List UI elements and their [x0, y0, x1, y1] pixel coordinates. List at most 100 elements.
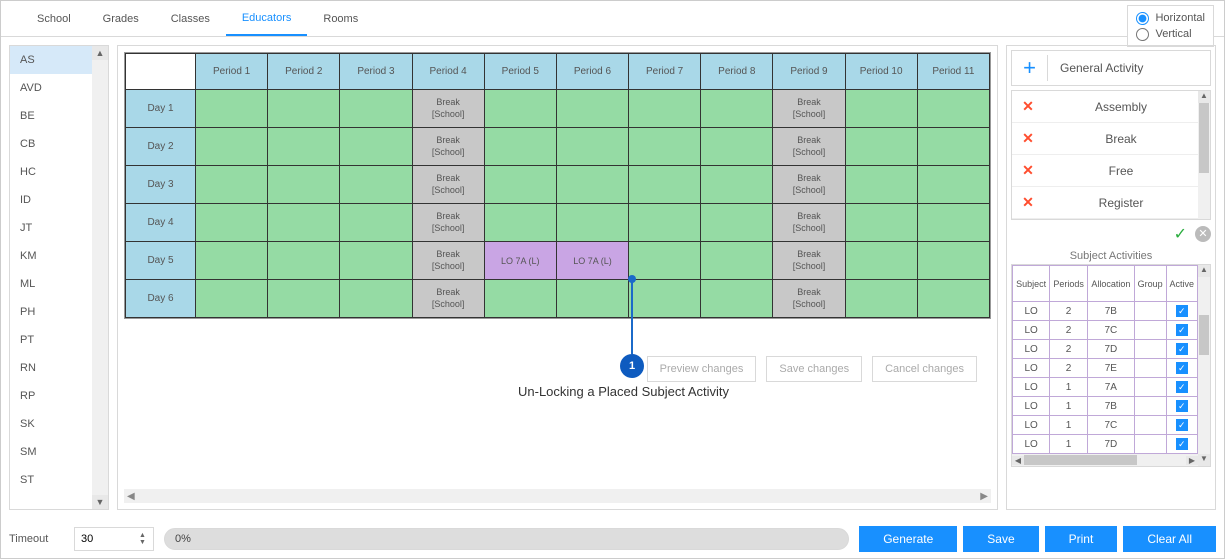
- grid-cell[interactable]: [196, 128, 268, 166]
- tab-classes[interactable]: Classes: [155, 3, 226, 35]
- plus-icon[interactable]: +: [1012, 55, 1048, 81]
- grid-cell[interactable]: [701, 204, 773, 242]
- grid-cell[interactable]: [845, 166, 917, 204]
- grid-cell[interactable]: [484, 166, 556, 204]
- activity-free[interactable]: ✕Free: [1012, 155, 1198, 187]
- sidebar-item-rp[interactable]: RP: [10, 382, 92, 410]
- subject-row[interactable]: LO27C✓: [1013, 321, 1198, 340]
- activity-assembly[interactable]: ✕Assembly: [1012, 91, 1198, 123]
- grid-cell[interactable]: [484, 90, 556, 128]
- grid-cell[interactable]: [484, 280, 556, 318]
- grid-cell[interactable]: [340, 204, 412, 242]
- generate-button[interactable]: Generate: [859, 526, 957, 552]
- grid-cell[interactable]: [196, 204, 268, 242]
- preview-changes-button[interactable]: Preview changes: [647, 356, 757, 382]
- subject-row[interactable]: LO17A✓: [1013, 378, 1198, 397]
- grid-cell[interactable]: [701, 128, 773, 166]
- subject-hscroll[interactable]: ◀ ▶: [1012, 454, 1198, 466]
- grid-cell[interactable]: [917, 128, 989, 166]
- active-checkbox[interactable]: ✓: [1176, 419, 1188, 431]
- grid-cell[interactable]: [845, 128, 917, 166]
- grid-cell[interactable]: Break[School]: [773, 204, 845, 242]
- grid-cell[interactable]: Break[School]: [773, 280, 845, 318]
- grid-cell[interactable]: [845, 242, 917, 280]
- grid-cell[interactable]: [268, 280, 340, 318]
- sidebar-item-st[interactable]: ST: [10, 466, 92, 494]
- grid-cell[interactable]: [917, 90, 989, 128]
- sidebar-item-avd[interactable]: AVD: [10, 74, 92, 102]
- sidebar-item-as[interactable]: AS: [10, 46, 92, 74]
- active-checkbox[interactable]: ✓: [1176, 324, 1188, 336]
- grid-cell[interactable]: Break[School]: [773, 128, 845, 166]
- grid-cell[interactable]: [629, 242, 701, 280]
- remove-icon[interactable]: ✕: [1012, 98, 1044, 115]
- active-checkbox[interactable]: ✓: [1176, 305, 1188, 317]
- orientation-horizontal[interactable]: Horizontal: [1136, 10, 1205, 26]
- grid-cell[interactable]: [340, 280, 412, 318]
- grid-cell[interactable]: [196, 242, 268, 280]
- grid-cell[interactable]: Break[School]: [412, 204, 484, 242]
- remove-icon[interactable]: ✕: [1012, 162, 1044, 179]
- grid-cell[interactable]: [196, 166, 268, 204]
- save-changes-button[interactable]: Save changes: [766, 356, 862, 382]
- grid-cell[interactable]: Break[School]: [773, 166, 845, 204]
- grid-cell[interactable]: [629, 166, 701, 204]
- grid-cell[interactable]: [629, 90, 701, 128]
- active-checkbox[interactable]: ✓: [1176, 438, 1188, 450]
- grid-cell[interactable]: [268, 128, 340, 166]
- grid-cell[interactable]: [556, 204, 628, 242]
- activity-register[interactable]: ✕Register: [1012, 187, 1198, 219]
- active-checkbox[interactable]: ✓: [1176, 400, 1188, 412]
- sidebar-item-ph[interactable]: PH: [10, 298, 92, 326]
- active-checkbox[interactable]: ✓: [1176, 362, 1188, 374]
- grid-cell[interactable]: Break[School]: [412, 90, 484, 128]
- grid-cell[interactable]: [340, 242, 412, 280]
- grid-cell[interactable]: [917, 204, 989, 242]
- grid-cell[interactable]: [196, 90, 268, 128]
- tab-educators[interactable]: Educators: [226, 2, 308, 36]
- grid-cell[interactable]: Break[School]: [412, 280, 484, 318]
- grid-cell[interactable]: [917, 166, 989, 204]
- grid-cell[interactable]: [556, 128, 628, 166]
- sidebar-item-km[interactable]: KM: [10, 242, 92, 270]
- orientation-vertical[interactable]: Vertical: [1136, 26, 1205, 42]
- grid-cell[interactable]: [629, 128, 701, 166]
- sidebar-item-id[interactable]: ID: [10, 186, 92, 214]
- grid-cell[interactable]: Break[School]: [412, 166, 484, 204]
- grid-cell[interactable]: [917, 280, 989, 318]
- clear-all-button[interactable]: Clear All: [1123, 526, 1216, 552]
- grid-cell[interactable]: [917, 242, 989, 280]
- grid-cell[interactable]: [845, 204, 917, 242]
- print-button[interactable]: Print: [1045, 526, 1118, 552]
- grid-cell[interactable]: [340, 166, 412, 204]
- grid-cell[interactable]: [701, 166, 773, 204]
- activity-break[interactable]: ✕Break: [1012, 123, 1198, 155]
- grid-cell[interactable]: [268, 204, 340, 242]
- sidebar-item-sk[interactable]: SK: [10, 410, 92, 438]
- subject-row[interactable]: LO27D✓: [1013, 340, 1198, 359]
- grid-cell[interactable]: [701, 242, 773, 280]
- active-checkbox[interactable]: ✓: [1176, 381, 1188, 393]
- grid-cell[interactable]: Break[School]: [412, 242, 484, 280]
- grid-cell[interactable]: [340, 128, 412, 166]
- grid-cell[interactable]: [556, 166, 628, 204]
- grid-cell[interactable]: Break[School]: [412, 128, 484, 166]
- sidebar-item-rn[interactable]: RN: [10, 354, 92, 382]
- timeout-spinner[interactable]: ▲▼: [74, 527, 154, 551]
- sidebar-item-sm[interactable]: SM: [10, 438, 92, 466]
- grid-cell[interactable]: [268, 90, 340, 128]
- sidebar-item-jt[interactable]: JT: [10, 214, 92, 242]
- grid-cell[interactable]: [340, 90, 412, 128]
- subject-vscroll[interactable]: ▲ ▼: [1198, 265, 1210, 466]
- sidebar-item-pt[interactable]: PT: [10, 326, 92, 354]
- confirm-icon[interactable]: ✓: [1174, 224, 1187, 244]
- grid-hscroll[interactable]: ◀▶: [124, 489, 991, 503]
- grid-cell[interactable]: [629, 204, 701, 242]
- grid-cell[interactable]: Break[School]: [773, 242, 845, 280]
- activities-scrollbar[interactable]: ▲: [1198, 91, 1210, 219]
- cancel-icon[interactable]: ✕: [1195, 226, 1211, 242]
- grid-cell[interactable]: [845, 280, 917, 318]
- save-button[interactable]: Save: [963, 526, 1038, 552]
- sidebar-item-hc[interactable]: HC: [10, 158, 92, 186]
- sidebar-item-be[interactable]: BE: [10, 102, 92, 130]
